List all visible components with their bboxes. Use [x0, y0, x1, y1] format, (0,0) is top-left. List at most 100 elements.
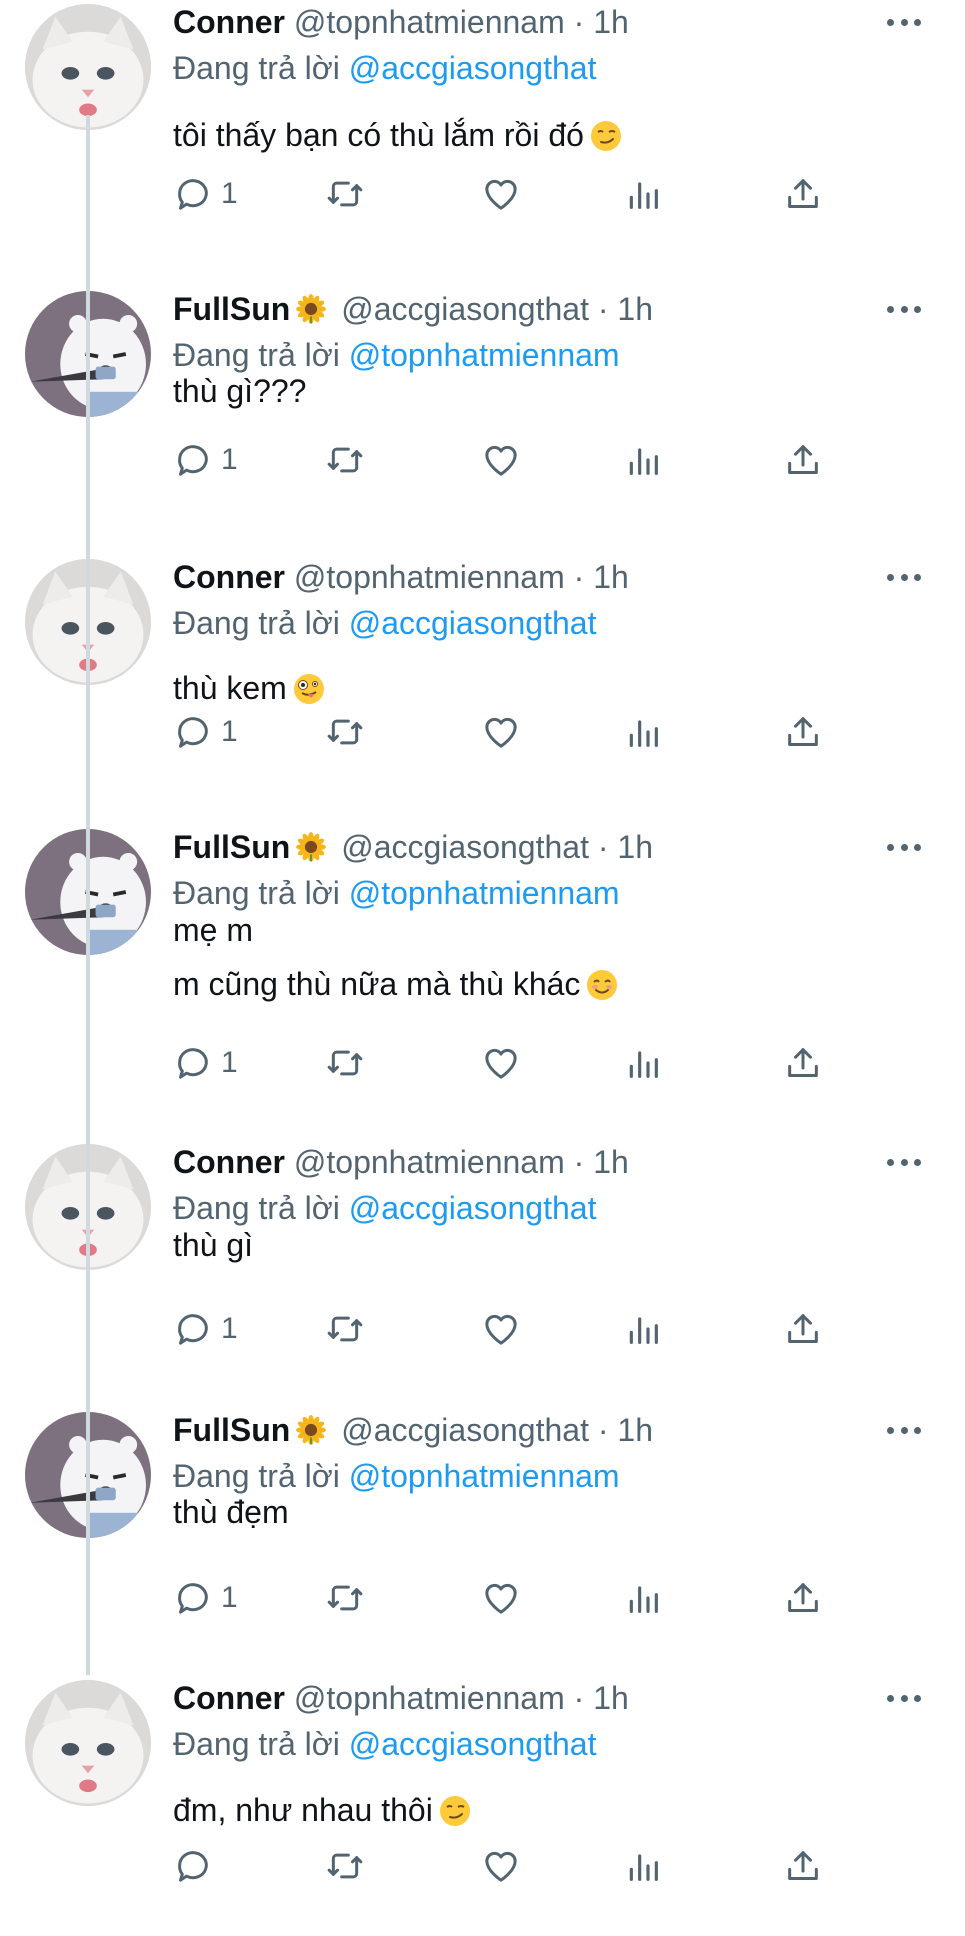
share-button[interactable] — [783, 170, 823, 218]
share-icon — [783, 440, 823, 480]
username-handle[interactable]: @accgiasongthat — [332, 1412, 589, 1448]
reply-tweet[interactable]: FullSun @accgiasongthat · 1h Đang trả lời… — [0, 825, 965, 1085]
views-button[interactable] — [623, 708, 663, 756]
mention-link[interactable]: @accgiasongthat — [349, 50, 597, 86]
display-name[interactable]: Conner — [173, 4, 285, 40]
views-button[interactable] — [623, 1305, 663, 1353]
tweet-header: Conner @topnhatmiennam · 1h — [173, 0, 629, 44]
timestamp[interactable]: 1h — [617, 829, 653, 865]
tweet-actions: 1 — [173, 1574, 853, 1622]
avatar[interactable] — [25, 1680, 151, 1806]
replying-to: Đang trả lời @accgiasongthat — [173, 601, 596, 645]
reply-tweet[interactable]: Conner @topnhatmiennam · 1h Đang trả lời … — [0, 1676, 965, 1936]
reply-tweet[interactable]: Conner @topnhatmiennam · 1h Đang trả lời … — [0, 1140, 965, 1400]
heart-icon — [481, 712, 521, 752]
display-name[interactable]: FullSun — [173, 829, 290, 865]
username-handle[interactable]: @accgiasongthat — [332, 829, 589, 865]
timestamp[interactable]: 1h — [593, 559, 629, 595]
timestamp[interactable]: 1h — [617, 1412, 653, 1448]
tweet-text-line: thù kem — [173, 661, 325, 715]
display-name[interactable]: Conner — [173, 1144, 285, 1180]
timestamp[interactable]: 1h — [593, 4, 629, 40]
share-button[interactable] — [783, 708, 823, 756]
views-button[interactable] — [623, 170, 663, 218]
share-button[interactable] — [783, 1842, 823, 1890]
reply-button[interactable]: 1 — [173, 436, 238, 484]
tweet-text: thù gì??? — [173, 364, 306, 418]
reply-icon — [173, 440, 213, 480]
username-handle[interactable]: @topnhatmiennam — [294, 1144, 565, 1180]
retweet-button[interactable] — [325, 1574, 365, 1622]
like-button[interactable] — [481, 1039, 521, 1087]
views-button[interactable] — [623, 1574, 663, 1622]
share-button[interactable] — [783, 1039, 823, 1087]
reply-button[interactable] — [173, 1842, 213, 1890]
smiling-face-emoji-icon — [586, 963, 618, 1000]
more-icon[interactable] — [887, 1152, 921, 1172]
reply-button[interactable]: 1 — [173, 1039, 238, 1087]
reply-tweet[interactable]: FullSun @accgiasongthat · 1h Đang trả lời… — [0, 287, 965, 547]
heart-icon — [481, 1578, 521, 1618]
retweet-button[interactable] — [325, 708, 365, 756]
mention-link[interactable]: @topnhatmiennam — [349, 1458, 620, 1494]
timestamp[interactable]: 1h — [617, 291, 653, 327]
display-name[interactable]: Conner — [173, 559, 285, 595]
username-handle[interactable]: @topnhatmiennam — [294, 4, 565, 40]
share-button[interactable] — [783, 436, 823, 484]
views-button[interactable] — [623, 1842, 663, 1890]
display-name[interactable]: Conner — [173, 1680, 285, 1716]
username-handle[interactable]: @accgiasongthat — [332, 291, 589, 327]
username-handle[interactable]: @topnhatmiennam — [294, 559, 565, 595]
more-icon[interactable] — [887, 12, 921, 32]
mention-link[interactable]: @accgiasongthat — [349, 1190, 597, 1226]
reply-button[interactable]: 1 — [173, 1305, 238, 1353]
zany-face-emoji-icon — [293, 667, 325, 704]
mention-link[interactable]: @accgiasongthat — [349, 605, 597, 641]
more-icon[interactable] — [887, 1420, 921, 1440]
like-button[interactable] — [481, 1842, 521, 1890]
reply-button[interactable]: 1 — [173, 170, 238, 218]
reply-button[interactable]: 1 — [173, 708, 238, 756]
timestamp[interactable]: 1h — [593, 1144, 629, 1180]
tweet-text-line: thù gì??? — [173, 373, 307, 409]
like-button[interactable] — [481, 170, 521, 218]
like-button[interactable] — [481, 1305, 521, 1353]
more-icon[interactable] — [887, 1688, 921, 1708]
mention-link[interactable]: @topnhatmiennam — [349, 337, 620, 373]
tweet-text: thù gì — [173, 1218, 253, 1272]
like-button[interactable] — [481, 436, 521, 484]
reply-tweet[interactable]: Conner @topnhatmiennam · 1h Đang trả lời … — [0, 555, 965, 815]
retweet-button[interactable] — [325, 436, 365, 484]
tweet-header: Conner @topnhatmiennam · 1h — [173, 1676, 629, 1720]
retweet-button[interactable] — [325, 170, 365, 218]
separator-dot: · — [588, 829, 618, 865]
timestamp[interactable]: 1h — [593, 1680, 629, 1716]
tweet-text-line: thù gì — [173, 1227, 254, 1263]
share-button[interactable] — [783, 1574, 823, 1622]
like-button[interactable] — [481, 708, 521, 756]
views-button[interactable] — [623, 1039, 663, 1087]
views-button[interactable] — [623, 436, 663, 484]
reply-button[interactable]: 1 — [173, 1574, 238, 1622]
tweet-text-line: m cũng thù nữa mà thù khác — [173, 957, 618, 1011]
avatar[interactable] — [25, 4, 151, 130]
more-icon[interactable] — [887, 299, 921, 319]
mention-link[interactable]: @accgiasongthat — [349, 1726, 597, 1762]
reply-tweet[interactable]: Conner @topnhatmiennam · 1h Đang trả lời … — [0, 0, 965, 260]
retweet-button[interactable] — [325, 1039, 365, 1087]
more-icon[interactable] — [887, 567, 921, 587]
display-name[interactable]: FullSun — [173, 291, 290, 327]
display-name[interactable]: FullSun — [173, 1412, 290, 1448]
analytics-icon — [623, 1846, 663, 1886]
like-button[interactable] — [481, 1574, 521, 1622]
tweet-header: Conner @topnhatmiennam · 1h — [173, 1140, 629, 1184]
reply-count: 1 — [221, 1046, 238, 1079]
smirk-emoji-icon — [590, 114, 622, 151]
username-handle[interactable]: @topnhatmiennam — [294, 1680, 565, 1716]
retweet-button[interactable] — [325, 1842, 365, 1890]
reply-tweet[interactable]: FullSun @accgiasongthat · 1h Đang trả lời… — [0, 1408, 965, 1668]
share-button[interactable] — [783, 1305, 823, 1353]
more-icon[interactable] — [887, 837, 921, 857]
retweet-button[interactable] — [325, 1305, 365, 1353]
heart-icon — [481, 440, 521, 480]
